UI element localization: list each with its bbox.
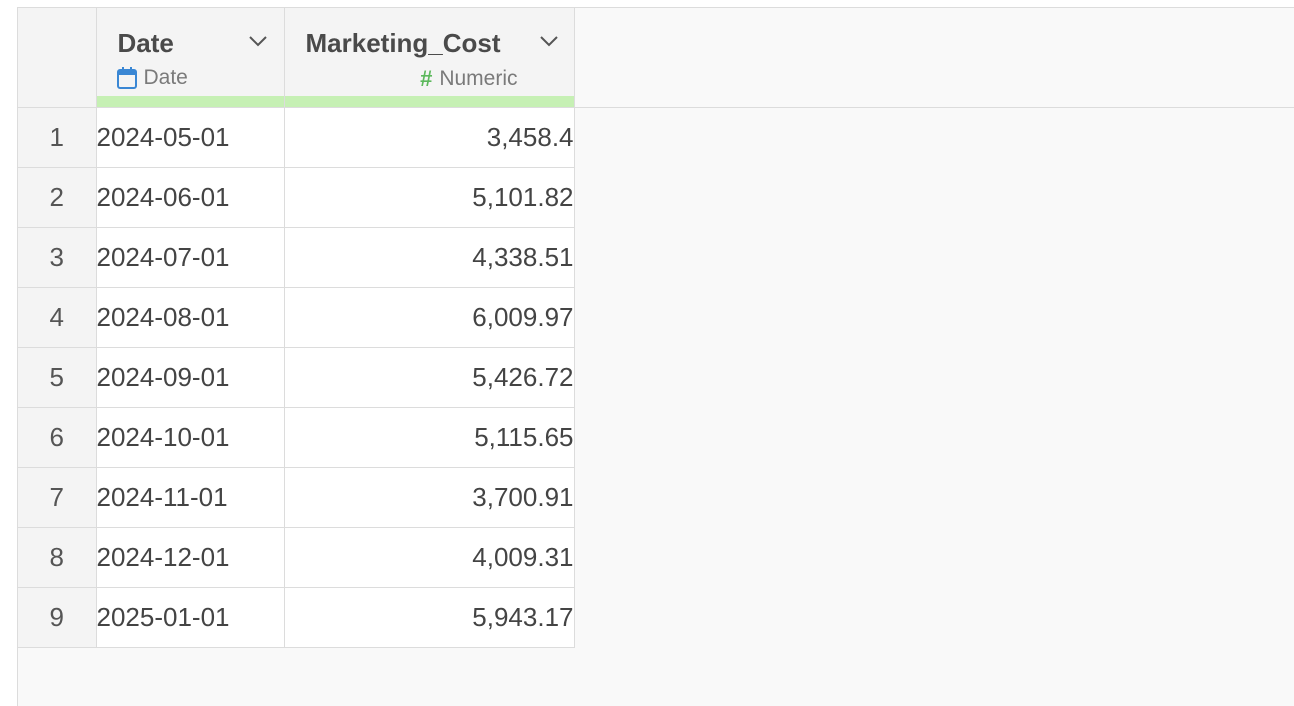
date-cell[interactable]: 2025-01-01: [96, 587, 285, 648]
marketing-cost-cell[interactable]: 3,700.91: [284, 467, 575, 528]
calendar-icon: [116, 67, 137, 89]
table-row[interactable]: 8 2024-12-01 4,009.31: [18, 527, 575, 588]
row-number: 6: [18, 407, 97, 468]
marketing-cost-cell[interactable]: 4,009.31: [284, 527, 575, 588]
date-cell[interactable]: 2024-05-01: [96, 107, 285, 168]
column-name: Marketing_Cost: [305, 28, 501, 58]
row-number: 7: [18, 467, 97, 528]
table-row[interactable]: 5 2024-09-01 5,426.72: [18, 347, 575, 408]
marketing-cost-cell[interactable]: 5,101.82: [284, 167, 575, 228]
row-number-header: [18, 8, 97, 108]
row-number: 8: [18, 527, 97, 588]
data-table: Date Date Marketing_Cost # Numeric 1 202…: [18, 8, 575, 648]
date-cell[interactable]: 2024-07-01: [96, 227, 285, 288]
canvas: Date Date Marketing_Cost # Numeric 1 202…: [0, 0, 1294, 706]
marketing-cost-cell[interactable]: 4,338.51: [284, 227, 575, 288]
row-number: 4: [18, 287, 97, 348]
table-row[interactable]: 9 2025-01-01 5,943.17: [18, 587, 575, 648]
table-row[interactable]: 1 2024-05-01 3,458.4: [18, 107, 575, 168]
row-number: 9: [18, 587, 97, 648]
date-cell[interactable]: 2024-12-01: [96, 527, 285, 588]
table-row[interactable]: 7 2024-11-01 3,700.91: [18, 467, 575, 528]
date-cell[interactable]: 2024-10-01: [96, 407, 285, 468]
table-row[interactable]: 4 2024-08-01 6,009.97: [18, 287, 575, 348]
column-header-marketing-cost[interactable]: Marketing_Cost # Numeric: [284, 8, 575, 108]
column-type: Date: [116, 66, 188, 90]
date-cell[interactable]: 2024-11-01: [96, 467, 285, 528]
data-quality-bar: [96, 95, 284, 107]
column-header-date[interactable]: Date Date: [96, 8, 285, 108]
date-cell[interactable]: 2024-08-01: [96, 287, 285, 348]
marketing-cost-cell[interactable]: 5,426.72: [284, 347, 575, 408]
data-quality-bar: [284, 95, 574, 107]
column-name: Date: [117, 28, 174, 58]
date-cell[interactable]: 2024-09-01: [96, 347, 285, 408]
row-number: 2: [18, 167, 97, 228]
column-type-label: Numeric: [439, 67, 518, 90]
table-row[interactable]: 6 2024-10-01 5,115.65: [18, 407, 575, 468]
table-row[interactable]: 2 2024-06-01 5,101.82: [18, 167, 575, 228]
marketing-cost-cell[interactable]: 5,943.17: [284, 587, 575, 648]
table-row[interactable]: 3 2024-07-01 4,338.51: [18, 227, 575, 288]
column-type: # Numeric: [420, 66, 517, 92]
column-type-label: Date: [143, 66, 188, 89]
marketing-cost-cell[interactable]: 6,009.97: [284, 287, 575, 348]
row-number: 5: [18, 347, 97, 408]
chevron-down-icon[interactable]: [539, 34, 559, 48]
chevron-down-icon[interactable]: [248, 34, 268, 48]
date-cell[interactable]: 2024-06-01: [96, 167, 285, 228]
marketing-cost-cell[interactable]: 5,115.65: [284, 407, 575, 468]
data-grid: Date Date Marketing_Cost # Numeric 1 202…: [17, 7, 1294, 706]
marketing-cost-cell[interactable]: 3,458.4: [284, 107, 575, 168]
row-number: 3: [18, 227, 97, 288]
hash-icon: #: [420, 66, 433, 91]
row-number: 1: [18, 107, 97, 168]
header-row: Date Date Marketing_Cost # Numeric: [18, 8, 575, 108]
